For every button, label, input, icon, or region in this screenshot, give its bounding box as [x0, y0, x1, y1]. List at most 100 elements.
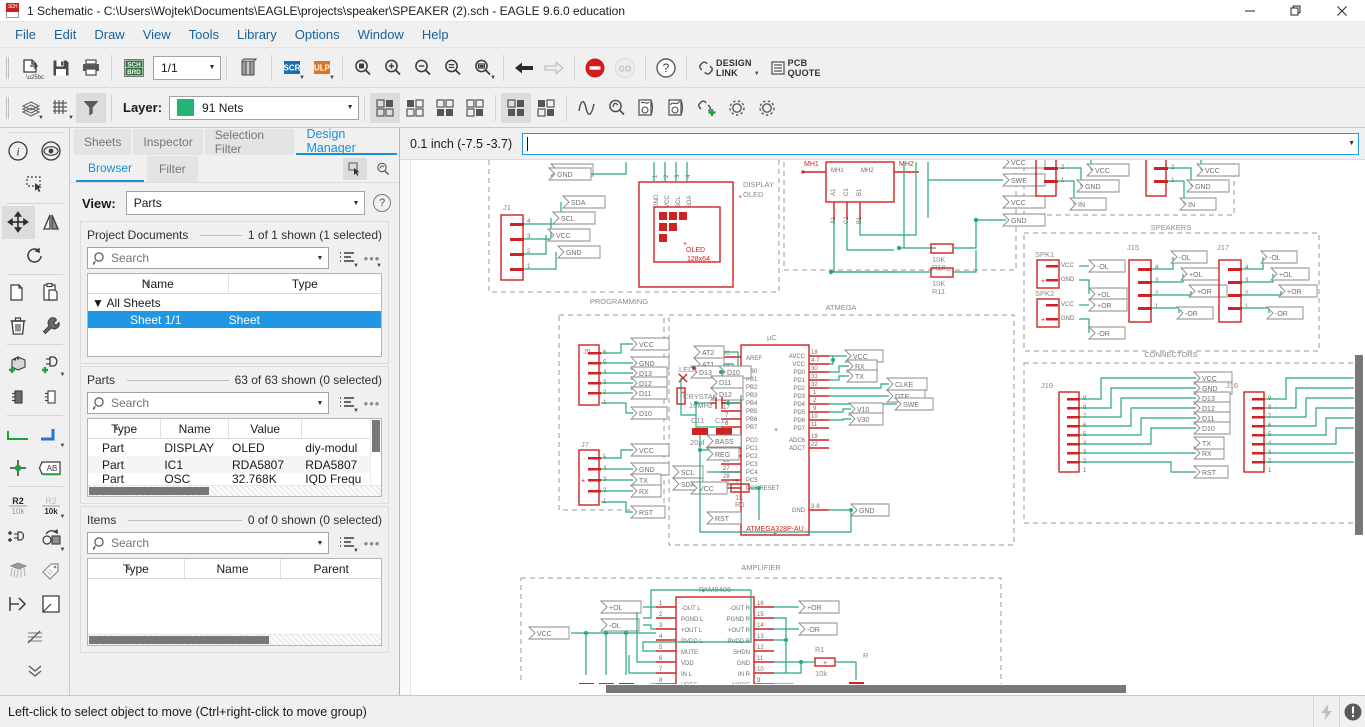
add-symbol-icon[interactable]: ▼ — [35, 347, 68, 380]
layer-select[interactable]: 91 Nets ▼ — [169, 95, 360, 120]
gear-settings-2-icon[interactable] — [752, 93, 782, 123]
menu-edit[interactable]: Edit — [45, 24, 85, 45]
replace-part-icon[interactable] — [2, 380, 35, 413]
swap-icon[interactable]: ▼ — [35, 522, 68, 555]
schematic-canvas[interactable]: .w { stroke:#2aa87a; stroke-width:1.2; f… — [400, 160, 1365, 695]
grid-icon[interactable]: ▼ — [46, 93, 76, 123]
tab-sheets[interactable]: Sheets — [74, 129, 132, 155]
undo-icon[interactable] — [509, 53, 539, 83]
update-part-icon[interactable] — [35, 380, 68, 413]
menu-draw[interactable]: Draw — [85, 24, 133, 45]
items-columns-button[interactable]: ▼ — [336, 533, 359, 554]
menu-library[interactable]: Library — [228, 24, 286, 45]
command-input[interactable]: ▼ — [522, 132, 1359, 155]
column-type[interactable]: Type — [229, 274, 381, 293]
go-icon[interactable]: GO — [610, 53, 640, 83]
schematic-drawing[interactable]: .w { stroke:#2aa87a; stroke-width:1.2; f… — [411, 160, 1355, 695]
items-horizontal-scrollbar[interactable] — [88, 634, 381, 645]
parts-horizontal-scrollbar[interactable] — [88, 485, 381, 496]
table-row[interactable]: Sheet 1/1 Sheet — [88, 311, 381, 328]
zoom-out-icon[interactable] — [408, 53, 438, 83]
table-row[interactable]: Part IC1 RDA5807 RDA5807 — [88, 456, 370, 473]
run-script-icon[interactable]: SCR ▼ — [277, 53, 307, 83]
project-documents-search-input[interactable] — [111, 251, 312, 265]
filter-icon[interactable] — [76, 92, 106, 123]
project-documents-search-box[interactable]: ▼ — [87, 247, 329, 269]
column-name[interactable]: Name — [161, 419, 229, 438]
switch-to-board-icon[interactable]: SCH BRD — [117, 53, 151, 83]
toolbar2-grip[interactable] — [4, 95, 12, 121]
value-icon[interactable]: R2 10k ▼ — [35, 489, 68, 522]
toolbar-grip[interactable] — [4, 55, 12, 81]
list-lines-icon[interactable] — [18, 621, 51, 654]
goto-icon[interactable] — [2, 588, 35, 621]
view-select[interactable]: Parts ▼ — [125, 191, 365, 215]
zoom-redraw-icon[interactable] — [438, 53, 468, 83]
paste-icon[interactable] — [35, 276, 68, 309]
mirror-icon[interactable] — [35, 206, 68, 239]
parts-columns-button[interactable]: ▼ — [336, 393, 359, 414]
save-icon[interactable] — [46, 53, 76, 83]
menu-file[interactable]: File — [6, 24, 45, 45]
display-inner-layers-icon[interactable] — [460, 93, 490, 123]
items-search-input[interactable] — [111, 536, 312, 550]
label-icon[interactable]: AB — [35, 451, 68, 484]
table-row[interactable]: ▼ All Sheets — [88, 294, 381, 311]
multimeter-1-icon[interactable] — [632, 93, 662, 123]
move-icon[interactable] — [1, 205, 35, 239]
chevron-down-icon[interactable]: ▼ — [1348, 140, 1355, 147]
expand-toolbar-icon[interactable] — [18, 654, 51, 687]
canvas-vertical-scrollbar[interactable] — [1354, 160, 1365, 684]
attribute-icon[interactable] — [35, 555, 68, 588]
open-file-icon[interactable]: \u25bc — [16, 53, 46, 83]
parts-search-input[interactable] — [111, 396, 312, 410]
zoom-select-icon[interactable]: ▼ — [468, 53, 498, 83]
copy-icon[interactable] — [2, 276, 35, 309]
column-device[interactable] — [302, 419, 370, 438]
menu-options[interactable]: Options — [286, 24, 349, 45]
warning-icon[interactable] — [1339, 695, 1365, 727]
column-type[interactable]: ▲ Type — [88, 419, 162, 438]
subtab-browser[interactable]: Browser — [76, 155, 145, 182]
page-select[interactable]: 1/1 ▼ — [153, 55, 221, 80]
display-all-layers-icon[interactable] — [370, 92, 401, 123]
name-value-icon[interactable]: R2 10k — [2, 489, 35, 522]
chevron-down-icon[interactable]: ▼ — [312, 255, 328, 262]
menu-tools[interactable]: Tools — [180, 24, 228, 45]
parts-more-button[interactable]: ••• — [362, 393, 382, 413]
close-button[interactable] — [1319, 0, 1365, 22]
view-help-icon[interactable]: ? — [373, 194, 391, 212]
zoom-in-icon[interactable] — [378, 53, 408, 83]
tab-inspector[interactable]: Inspector — [133, 129, 203, 155]
show-icon[interactable] — [35, 135, 68, 168]
net-icon[interactable] — [2, 418, 35, 451]
run-ulp-icon[interactable]: ULP ▼ — [307, 53, 337, 83]
layer-settings-icon[interactable]: ▼ — [16, 93, 46, 123]
package-icon[interactable] — [2, 555, 35, 588]
project-documents-columns-button[interactable]: ▼ — [336, 248, 359, 269]
select-pointer-icon[interactable] — [343, 157, 367, 180]
column-parent[interactable]: Parent — [281, 559, 381, 578]
add-part-icon[interactable] — [2, 347, 35, 380]
column-type[interactable]: ▲ Type — [88, 559, 185, 578]
junction-icon[interactable] — [2, 451, 35, 484]
column-name[interactable]: ▲ Name — [88, 274, 229, 293]
tab-selection-filter[interactable]: Selection Filter — [204, 128, 295, 156]
probe-icon[interactable] — [602, 93, 632, 123]
sheet-icon[interactable] — [35, 588, 68, 621]
zoom-fit-icon[interactable] — [348, 53, 378, 83]
table-row[interactable]: Part DISPLAY OLED diy-modul — [88, 439, 370, 456]
layer-preset-a-icon[interactable] — [501, 92, 532, 123]
display-bottom-layers-icon[interactable] — [430, 93, 460, 123]
rotate-icon[interactable] — [18, 239, 51, 272]
library-manager-icon[interactable] — [232, 53, 266, 83]
column-value[interactable]: Value — [229, 419, 303, 438]
add-gate-icon[interactable] — [2, 522, 35, 555]
add-link-icon[interactable] — [692, 93, 722, 123]
redo-icon[interactable] — [539, 53, 569, 83]
parts-search-box[interactable]: ▼ — [87, 392, 329, 414]
layer-preset-b-icon[interactable] — [531, 93, 561, 123]
display-top-layers-icon[interactable] — [400, 93, 430, 123]
menu-help[interactable]: Help — [413, 24, 458, 45]
gear-settings-1-icon[interactable] — [722, 93, 752, 123]
